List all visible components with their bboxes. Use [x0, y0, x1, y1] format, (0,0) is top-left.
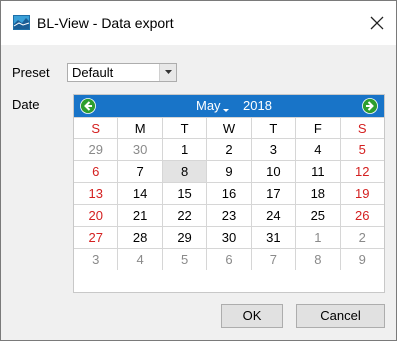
preset-label: Preset: [12, 65, 50, 80]
calendar-day[interactable]: 3: [74, 248, 119, 270]
app-icon: [13, 15, 30, 30]
calendar-day[interactable]: 5: [161, 248, 208, 270]
calendar-day[interactable]: 20: [74, 204, 119, 227]
calendar-day[interactable]: 1: [161, 138, 208, 161]
calendar-day[interactable]: 9: [339, 248, 384, 270]
preset-value: Default: [72, 65, 114, 80]
calendar-day[interactable]: 16: [206, 182, 252, 205]
calendar-day[interactable]: 28: [117, 226, 163, 249]
calendar-day[interactable]: 7: [250, 248, 297, 270]
calendar-day[interactable]: 21: [117, 204, 163, 227]
calendar-day[interactable]: 30: [117, 138, 163, 161]
calendar-day[interactable]: 2: [206, 138, 252, 161]
prev-month-icon[interactable]: [80, 98, 96, 114]
calendar-day[interactable]: 3: [250, 138, 297, 161]
weekday-header: T: [161, 117, 208, 139]
calendar-day[interactable]: 27: [74, 226, 119, 249]
title-bar: BL-View - Data export: [1, 1, 396, 45]
weekday-header: S: [74, 117, 119, 139]
export-dialog: BL-View - Data export Preset Default Dat…: [0, 0, 397, 341]
close-icon[interactable]: [363, 9, 391, 37]
cancel-button[interactable]: Cancel: [296, 304, 385, 328]
calendar-day[interactable]: 17: [250, 182, 297, 205]
calendar-week: 13 14 15 16 17 18 19: [74, 182, 384, 205]
calendar-day[interactable]: 19: [339, 182, 384, 205]
window-title: BL-View - Data export: [37, 15, 174, 31]
calendar-day[interactable]: 24: [250, 204, 297, 227]
calendar-day[interactable]: 10: [250, 160, 297, 183]
month-text: May: [196, 98, 221, 113]
preset-dropdown[interactable]: Default: [67, 63, 177, 82]
calendar-day[interactable]: 2: [339, 226, 384, 249]
calendar-day[interactable]: 15: [161, 182, 208, 205]
month-selector[interactable]: May: [196, 98, 230, 114]
calendar-day[interactable]: 30: [206, 226, 252, 249]
calendar-day[interactable]: 18: [295, 182, 341, 205]
calendar-header: May 2018: [74, 95, 384, 117]
calendar-day[interactable]: 14: [117, 182, 163, 205]
calendar-week: 29 30 1 2 3 4 5: [74, 138, 384, 161]
calendar-day[interactable]: 5: [339, 138, 384, 161]
weekday-header: T: [250, 117, 297, 139]
weekday-header: S: [339, 117, 384, 139]
calendar-day[interactable]: 22: [161, 204, 208, 227]
calendar-grid: S M T W T F S 29 30 1 2 3 4 5 6 7 8 9 10…: [74, 117, 384, 270]
calendar-day[interactable]: 9: [206, 160, 252, 183]
date-picker-calendar: May 2018 S M T W T F S 29 30 1 2 3 4 5 6…: [73, 94, 385, 293]
month-dropdown-icon: [222, 109, 229, 112]
calendar-week: 20 21 22 23 24 25 26: [74, 204, 384, 227]
calendar-day[interactable]: 13: [74, 182, 119, 205]
weekday-header: F: [295, 117, 341, 139]
weekday-header: M: [117, 117, 163, 139]
calendar-day[interactable]: 29: [161, 226, 208, 249]
calendar-day[interactable]: 4: [117, 248, 163, 270]
year-selector[interactable]: 2018: [243, 98, 272, 114]
calendar-day[interactable]: 1: [295, 226, 341, 249]
calendar-day[interactable]: 23: [206, 204, 252, 227]
dropdown-arrow[interactable]: [159, 64, 176, 81]
calendar-day[interactable]: 29: [74, 138, 119, 161]
calendar-day[interactable]: 25: [295, 204, 341, 227]
calendar-day[interactable]: 6: [74, 160, 119, 183]
calendar-day[interactable]: 31: [250, 226, 297, 249]
calendar-day[interactable]: 6: [206, 248, 252, 270]
calendar-week: 3 4 5 6 7 8 9: [74, 248, 384, 270]
next-month-icon[interactable]: [362, 98, 378, 114]
weekday-row: S M T W T F S: [74, 117, 384, 139]
calendar-day-selected[interactable]: 8: [161, 160, 208, 183]
calendar-day[interactable]: 4: [295, 138, 341, 161]
calendar-week: 27 28 29 30 31 1 2: [74, 226, 384, 249]
weekday-header: W: [206, 117, 252, 139]
calendar-day[interactable]: 7: [117, 160, 163, 183]
calendar-day[interactable]: 26: [339, 204, 384, 227]
calendar-day[interactable]: 11: [295, 160, 341, 183]
calendar-week: 6 7 8 9 10 11 12: [74, 160, 384, 183]
ok-button[interactable]: OK: [221, 304, 283, 328]
chevron-down-icon: [165, 70, 172, 74]
calendar-day[interactable]: 8: [295, 248, 341, 270]
date-label: Date: [12, 97, 40, 112]
calendar-day[interactable]: 12: [339, 160, 384, 183]
